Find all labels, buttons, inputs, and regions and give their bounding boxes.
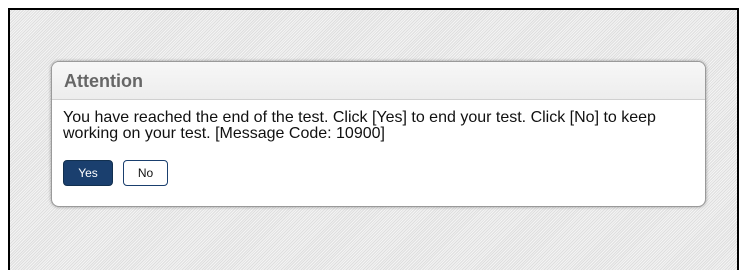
- dialog-body: You have reached the end of the test. Cl…: [52, 100, 705, 186]
- dialog-message: You have reached the end of the test. Cl…: [63, 109, 656, 142]
- background-overlay: Attention You have reached the end of th…: [8, 8, 739, 270]
- no-button[interactable]: No: [123, 160, 168, 186]
- yes-button[interactable]: Yes: [63, 160, 113, 186]
- dialog-buttons: Yes No: [63, 160, 693, 186]
- dialog-title: Attention: [64, 71, 143, 91]
- attention-dialog: Attention You have reached the end of th…: [51, 61, 706, 207]
- dialog-header: Attention: [52, 62, 705, 100]
